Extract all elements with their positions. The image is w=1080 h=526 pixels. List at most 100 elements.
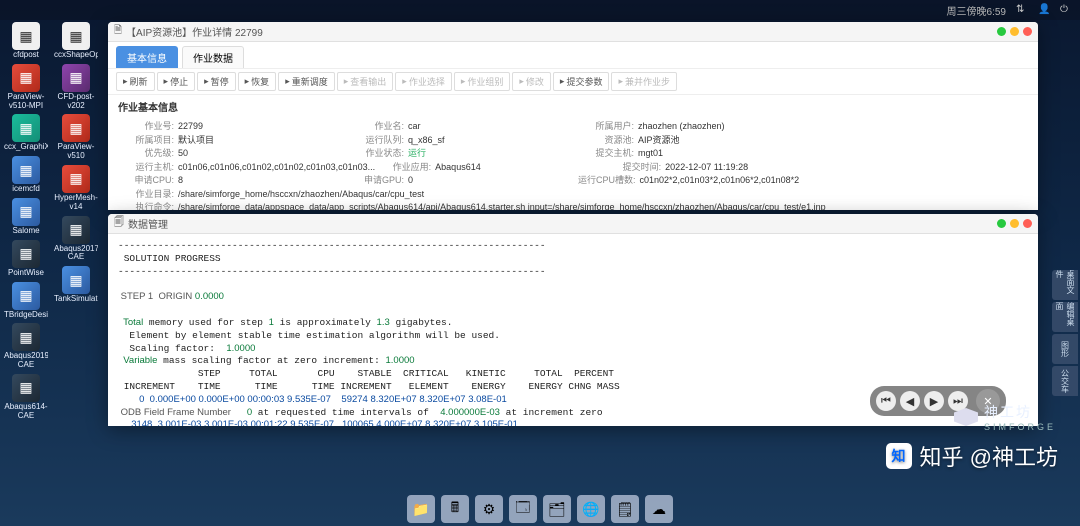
desktop-icon[interactable]: ▦cfdpost xyxy=(4,22,48,60)
toolbar-button[interactable]: ▸提交参数 xyxy=(553,72,610,91)
toolbar-icon: ▸ xyxy=(618,76,623,87)
info-cell: 运行CPU槽数: c01n02*2,c01n03*2,c01n06*2,c01n0… xyxy=(578,174,808,188)
desktop-icon[interactable]: ▦ParaView-v510-MPI xyxy=(4,64,48,111)
minimize-icon[interactable] xyxy=(997,219,1006,228)
info-value: 50 xyxy=(178,147,188,161)
desktop-icon[interactable]: ▦ccxShapeOpt xyxy=(54,22,98,60)
power-icon[interactable]: ⏻ xyxy=(1060,4,1072,16)
close-icon[interactable] xyxy=(1023,27,1032,36)
taskbar-item[interactable]: ☁ xyxy=(645,495,673,523)
app-label: Salome xyxy=(12,227,39,236)
taskbar-item[interactable]: 📁 xyxy=(407,495,435,523)
taskbar-item[interactable]: 🗂 xyxy=(543,495,571,523)
nav-next-icon[interactable]: ▶ xyxy=(924,391,944,411)
info-key: 作业号: xyxy=(118,120,174,134)
app-label: ParaView-v510 xyxy=(54,143,98,161)
info-key: 提交主机: xyxy=(578,147,634,161)
info-grid: 作业号:22799作业名:car所属用户:zhaozhen (zhaozhen)… xyxy=(108,118,1038,210)
info-value: /share/simforge_data/appspace_data/app_s… xyxy=(178,201,826,210)
info-key: 优先级: xyxy=(118,147,174,161)
window-titlebar[interactable]: 🗐 数据管理 xyxy=(108,214,1038,234)
window-titlebar[interactable]: 🗎 【AIP资源池】作业详情 22799 xyxy=(108,22,1038,42)
toolbar-button[interactable]: ▸作业选择 xyxy=(395,72,452,91)
network-icon[interactable]: ⇅ xyxy=(1016,4,1028,16)
desktop-icon[interactable]: ▦Salome xyxy=(4,198,48,236)
toolbar-button[interactable]: ▸停止 xyxy=(157,72,196,91)
toolbar-button[interactable]: ▸重新调度 xyxy=(278,72,335,91)
info-cell: 作业状态:运行 xyxy=(348,147,578,161)
app-label: PointWise xyxy=(8,269,44,278)
info-cell: 资源池:AIP资源池 xyxy=(578,134,808,148)
desktop-icon[interactable]: ▦Abaqus614-CAE xyxy=(4,374,48,421)
minimize-icon[interactable] xyxy=(997,27,1006,36)
nav-first-icon[interactable]: ⏮ xyxy=(876,391,896,411)
window-title: 【AIP资源池】作业详情 22799 xyxy=(126,24,263,39)
toolbar-icon: ▸ xyxy=(123,76,128,87)
desktop-icon[interactable]: ▦icemcfd xyxy=(4,156,48,194)
info-key: 作业目录: xyxy=(118,188,174,202)
logo-icon xyxy=(954,408,978,426)
toolbar-button[interactable]: ▸刷新 xyxy=(116,72,155,91)
taskbar-item[interactable]: 🖩 xyxy=(441,495,469,523)
desktop-icon[interactable]: ▦ParaView-v510 xyxy=(54,114,98,161)
toolbar-icon: ▸ xyxy=(461,76,466,87)
info-key: 申请GPU: xyxy=(348,174,404,188)
taskbar-item[interactable]: 🗒 xyxy=(611,495,639,523)
sidebar-button[interactable]: 公交车 xyxy=(1052,366,1078,396)
logo-text-cn: 神工坊 xyxy=(984,404,1032,420)
info-key: 运行CPU槽数: xyxy=(578,174,636,188)
info-value: mgt01 xyxy=(638,147,663,161)
toolbar-icon: ▸ xyxy=(402,76,407,87)
toolbar-label: 停止 xyxy=(170,75,188,88)
desktop-icon[interactable]: ▦Abaqus2017-CAE xyxy=(54,216,98,263)
system-topbar: 周三傍晚6:59 ⇅ 👤 ⏻ xyxy=(0,0,1080,20)
desktop-icon[interactable]: ▦TankSimulator xyxy=(54,266,98,304)
app-label: cfdpost xyxy=(13,51,39,60)
info-cell: 优先级: 50 xyxy=(118,147,348,161)
toolbar-button[interactable]: ▸查看输出 xyxy=(337,72,394,91)
info-value: 8 xyxy=(178,174,183,188)
desktop-icon[interactable]: ▦PointWise xyxy=(4,240,48,278)
info-cell: 执行命令:/share/simforge_data/appspace_data/… xyxy=(118,201,1038,210)
desktop-icon[interactable]: ▦ccx_GraphiX xyxy=(4,114,48,152)
app-icon: ▦ xyxy=(62,266,90,294)
tab-basic-info[interactable]: 基本信息 xyxy=(116,46,178,68)
toolbar-label: 暂停 xyxy=(211,75,229,88)
sidebar-button[interactable]: 图形 xyxy=(1052,334,1078,364)
toolbar-button[interactable]: ▸兼并作业步 xyxy=(611,72,677,91)
user-icon[interactable]: 👤 xyxy=(1038,4,1050,16)
taskbar-item[interactable]: 🗔 xyxy=(509,495,537,523)
nav-prev-icon[interactable]: ◀ xyxy=(900,391,920,411)
sidebar-button[interactable]: 编辑桌面 xyxy=(1052,302,1078,332)
maximize-icon[interactable] xyxy=(1010,219,1019,228)
sidebar-button[interactable]: 桌面文件 xyxy=(1052,270,1078,300)
app-label: Abaqus614-CAE xyxy=(4,403,48,421)
info-value: 22799 xyxy=(178,120,203,134)
close-icon[interactable] xyxy=(1023,219,1032,228)
toolbar-label: 提交参数 xyxy=(566,75,602,88)
desktop-icon[interactable]: ▦Abaqus2019-CAE xyxy=(4,323,48,370)
toolbar-button[interactable]: ▸恢复 xyxy=(238,72,277,91)
info-cell: 运行主机:c01n06,c01n06,c01n02,c01n02,c01n03,… xyxy=(118,161,375,175)
toolbar-label: 重新调度 xyxy=(292,75,328,88)
info-value: 2022-12-07 11:19:28 xyxy=(665,161,748,175)
app-icon: ▦ xyxy=(12,323,40,351)
desktop-icon[interactable]: ▦HyperMesh-v14 xyxy=(54,165,98,212)
simforge-logo: 神工坊 SIMFORGE xyxy=(954,402,1056,432)
desktop-icon[interactable]: ▦CFD-post-v202 xyxy=(54,64,98,111)
toolbar-button[interactable]: ▸作业组别 xyxy=(454,72,511,91)
taskbar-item[interactable]: 🌐 xyxy=(577,495,605,523)
info-key: 资源池: xyxy=(578,134,634,148)
toolbar-button[interactable]: ▸修改 xyxy=(512,72,551,91)
info-value: zhaozhen (zhaozhen) xyxy=(638,120,725,134)
toolbar-label: 作业组别 xyxy=(467,75,503,88)
info-value: c01n02*2,c01n03*2,c01n06*2,c01n08*2 xyxy=(640,174,800,188)
job-detail-window: 🗎 【AIP资源池】作业详情 22799 基本信息 作业数据 ▸刷新▸停止▸暂停… xyxy=(108,22,1038,210)
maximize-icon[interactable] xyxy=(1010,27,1019,36)
desktop-icon[interactable]: ▦TBridgeDesigner xyxy=(4,282,48,320)
taskbar-item[interactable]: ⚙ xyxy=(475,495,503,523)
toolbar-button[interactable]: ▸暂停 xyxy=(197,72,236,91)
info-cell: 作业号: 22799 xyxy=(118,120,348,134)
tab-job-data[interactable]: 作业数据 xyxy=(182,46,244,68)
toolbar-label: 查看输出 xyxy=(350,75,386,88)
